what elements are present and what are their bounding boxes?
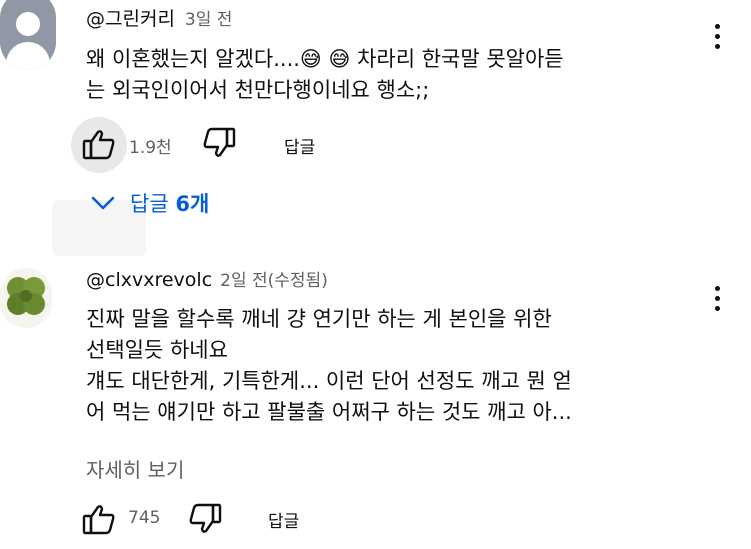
thumb-down-icon[interactable] — [188, 503, 222, 535]
comment-header: @그린커리 3일 전 — [86, 4, 232, 31]
comment-line: 어 먹는 얘기만 하고 팔불출 어쩌구 하는 것도 깨고 아... — [86, 400, 572, 424]
comment-author[interactable]: @그린커리 — [86, 4, 175, 31]
comment-line: 진짜 말을 할수록 깨네 걍 연기만 하는 게 본인을 위한 — [86, 307, 552, 331]
clover-avatar-icon[interactable] — [0, 268, 52, 328]
comment-line: 왜 이혼했는지 알겠다....😅 😅 차라리 한국말 못알아듣 — [86, 47, 564, 71]
like-count: 745 — [128, 508, 161, 528]
comment-body: 왜 이혼했는지 알겠다....😅 😅 차라리 한국말 못알아듣 는 외국인이어서… — [86, 44, 564, 106]
replies-count: 6개 — [175, 192, 210, 216]
thumb-up-icon[interactable] — [82, 503, 116, 535]
comment-line: 는 외국인이어서 천만다행이네요 행소;; — [86, 78, 430, 102]
comment-header: @clxvxrevolc 2일 전(수정됨) — [86, 266, 328, 291]
comment-author[interactable]: @clxvxrevolc — [86, 269, 212, 291]
reply-button[interactable]: 답글 — [268, 507, 299, 532]
chevron-down-icon — [90, 195, 116, 211]
comment-body: 진짜 말을 할수록 깨네 걍 연기만 하는 게 본인을 위한 선택일듯 하네요 … — [86, 304, 572, 428]
more-vert-icon[interactable] — [715, 24, 721, 54]
comment-timestamp[interactable]: 3일 전 — [185, 5, 233, 30]
thumb-up-icon[interactable] — [82, 128, 116, 160]
read-more-button[interactable]: 자세히 보기 — [86, 454, 184, 483]
like-count: 1.9천 — [129, 138, 172, 158]
comment-timestamp[interactable]: 2일 전(수정됨) — [220, 266, 328, 291]
avatar-default-icon[interactable] — [0, 0, 56, 70]
reply-button[interactable]: 답글 — [284, 133, 315, 158]
replies-label: 답글 — [130, 192, 169, 216]
comment-line: 선택일듯 하네요 — [86, 338, 228, 362]
view-replies-button[interactable]: 답글 6개 — [90, 188, 209, 218]
comment-line: 걔도 대단한게, 기특한게... 이런 단어 선정도 깨고 뭔 얻 — [86, 369, 572, 393]
thumb-down-icon[interactable] — [202, 127, 236, 159]
more-vert-icon[interactable] — [715, 286, 721, 316]
